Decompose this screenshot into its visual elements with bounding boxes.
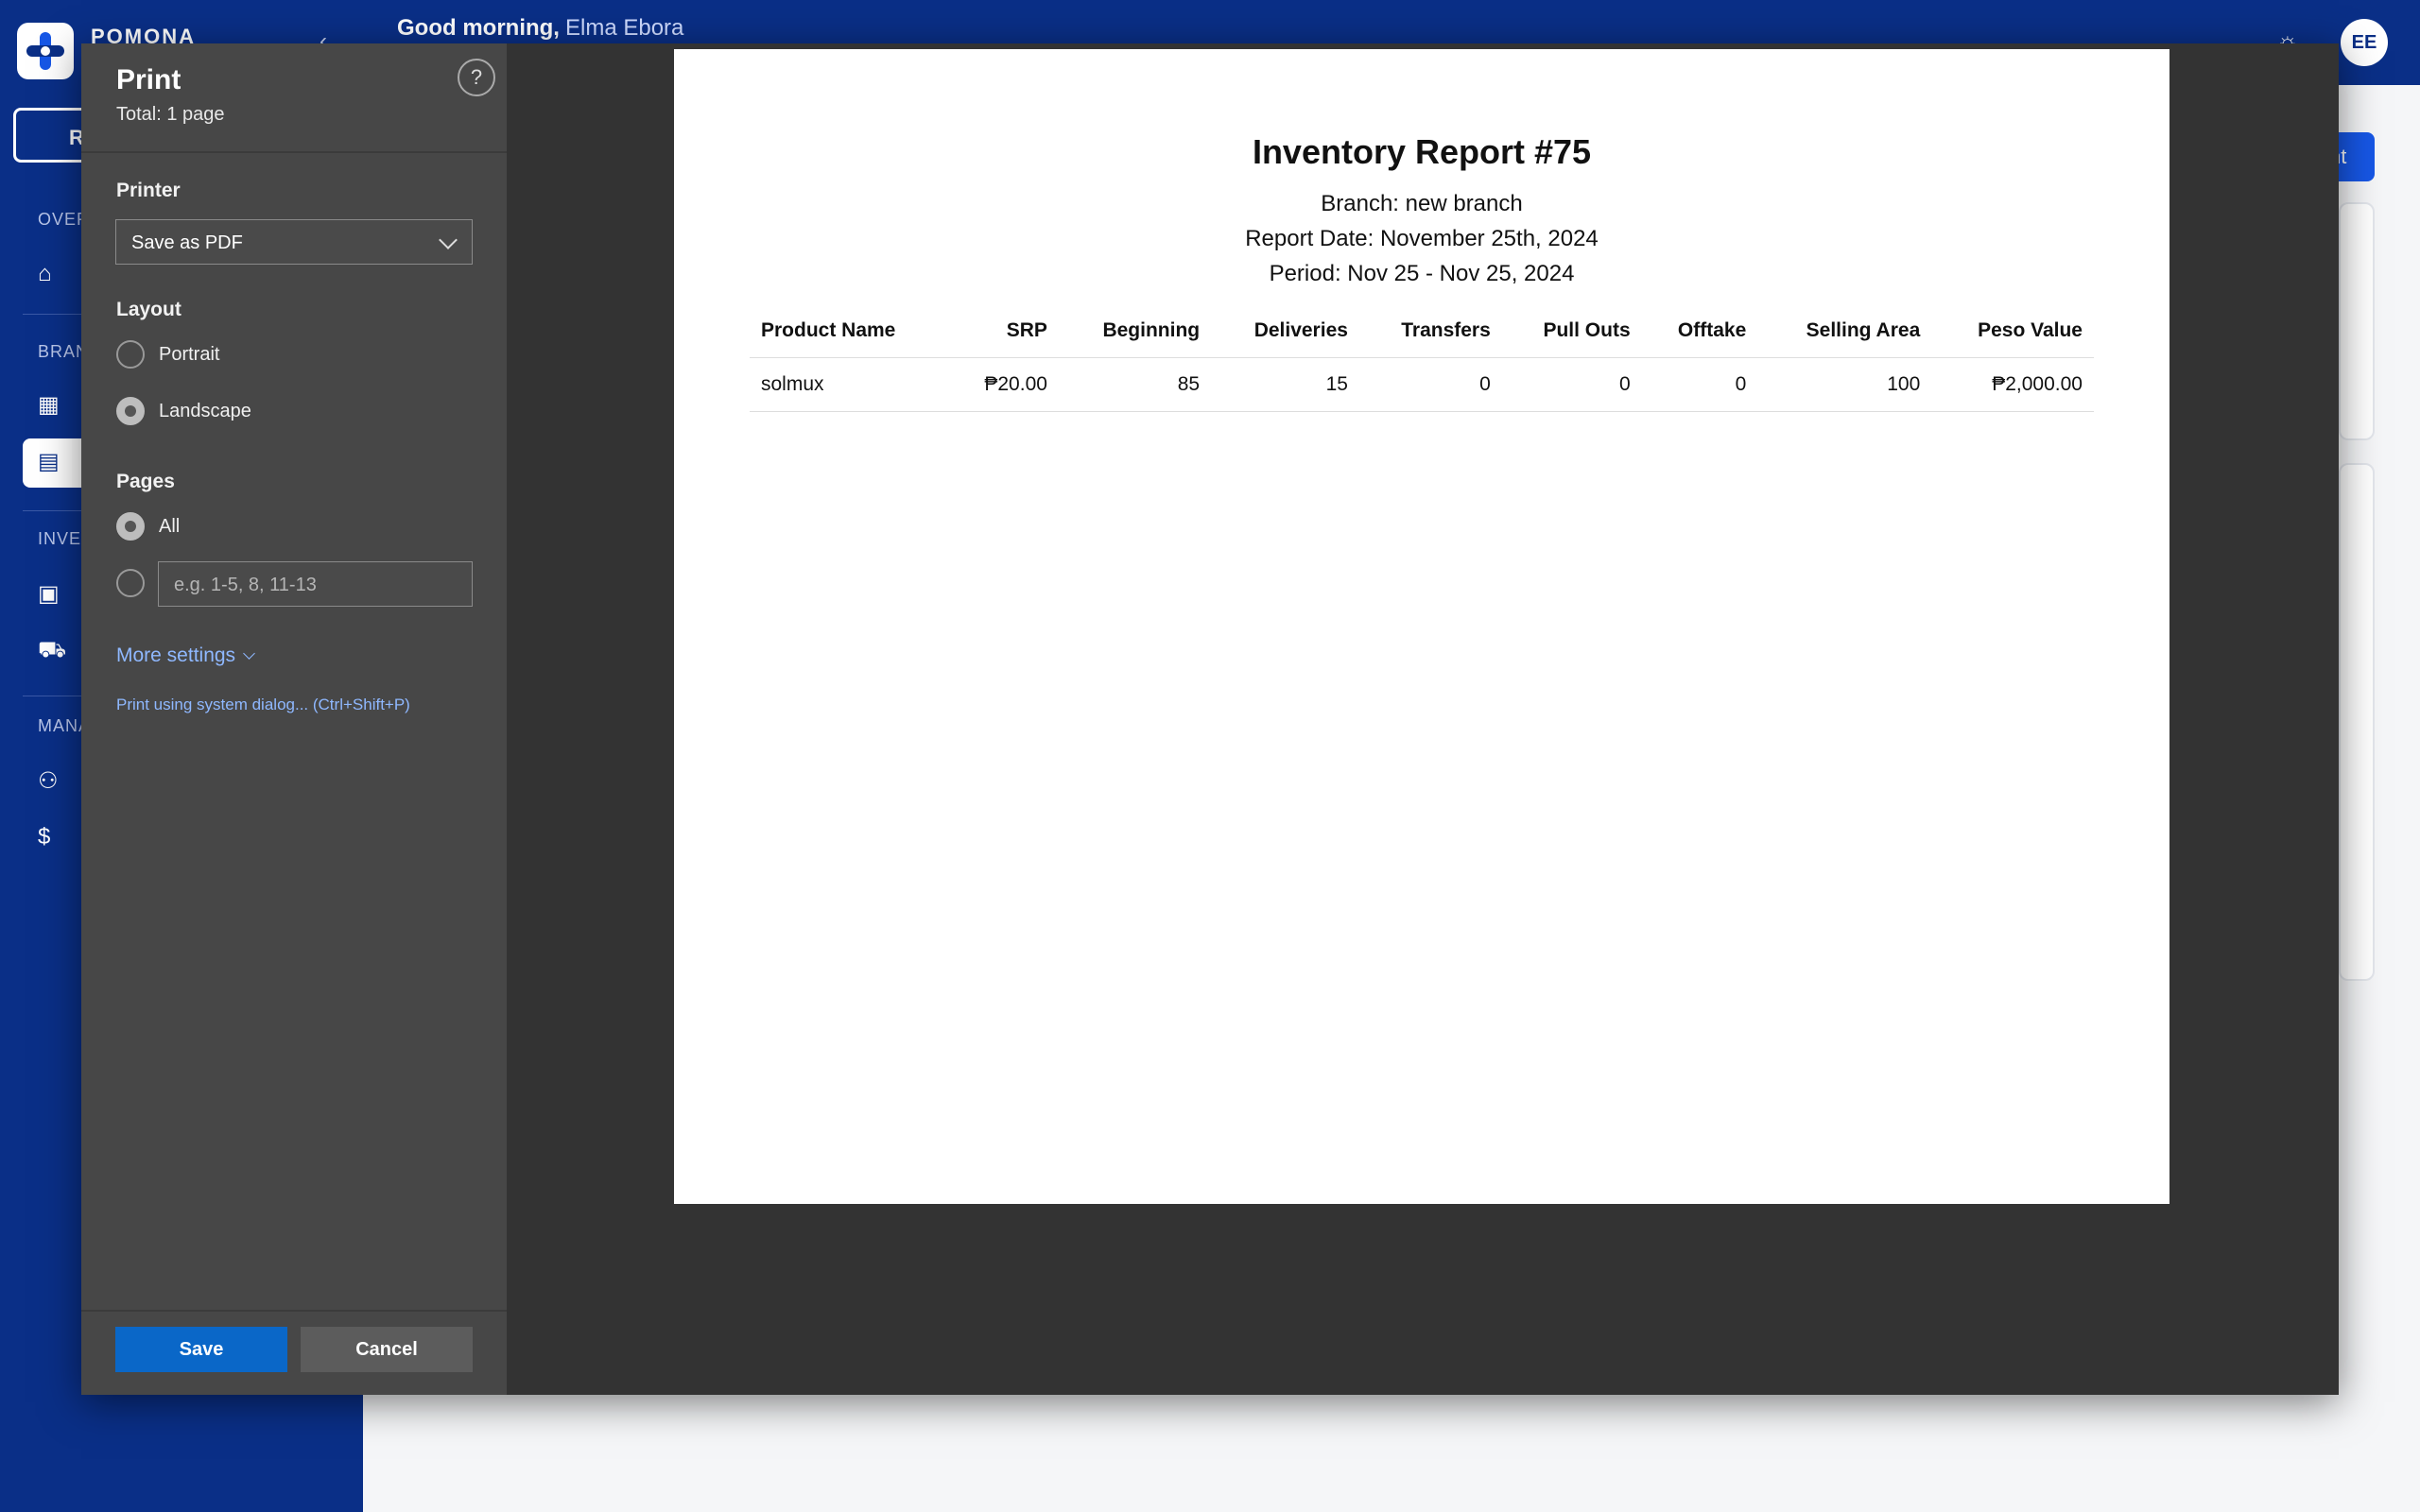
- table-header-row: Product Name SRP Beginning Deliveries Tr…: [750, 319, 2094, 358]
- document-icon: ▤: [38, 449, 60, 474]
- layout-option-landscape[interactable]: Landscape: [116, 397, 251, 425]
- pages-custom-radio[interactable]: [116, 569, 145, 597]
- cell-product-name: solmux: [750, 357, 950, 412]
- print-dialog: Print Total: 1 page ? Printer Save as PD…: [81, 43, 2339, 1395]
- printer-select-value: Save as PDF: [131, 232, 243, 253]
- content-card: [2339, 463, 2375, 981]
- cancel-button[interactable]: Cancel: [301, 1327, 473, 1372]
- more-settings-label: More settings: [116, 644, 236, 666]
- pages-all-radio[interactable]: [116, 512, 145, 541]
- report-title: Inventory Report #75: [1252, 132, 1592, 171]
- user-name: Elma Ebora: [564, 15, 684, 41]
- chevron-down-icon: [439, 231, 458, 249]
- pages-all-label: All: [159, 515, 181, 537]
- greeting-text: Good morning,: [397, 15, 560, 41]
- column-header: Offtake: [1641, 319, 1758, 358]
- print-title: Print: [116, 64, 182, 95]
- home-icon[interactable]: ⌂: [38, 261, 52, 287]
- column-header: Transfers: [1358, 319, 1502, 358]
- dollar-icon[interactable]: $: [38, 824, 50, 850]
- cell-beginning: 85: [1058, 357, 1212, 412]
- column-header: SRP: [949, 319, 1059, 358]
- help-icon[interactable]: ?: [458, 59, 495, 96]
- system-dialog-link[interactable]: Print using system dialog... (Ctrl+Shift…: [116, 696, 410, 714]
- pomona-logo-icon[interactable]: [17, 23, 74, 79]
- pages-option-all[interactable]: All: [116, 512, 180, 541]
- cell-offtake: 0: [1641, 357, 1758, 412]
- cell-deliveries: 15: [1211, 357, 1359, 412]
- sidebar-divider: [23, 510, 89, 511]
- column-header: Beginning: [1058, 319, 1212, 358]
- layout-label: Layout: [116, 299, 182, 320]
- footer-divider: [81, 1310, 507, 1312]
- landscape-radio[interactable]: [116, 397, 145, 425]
- users-icon[interactable]: ⚇: [38, 767, 59, 795]
- report-date: Report Date: November 25th, 2024: [1245, 226, 1599, 251]
- pages-option-custom[interactable]: [116, 569, 145, 597]
- column-header: Selling Area: [1757, 319, 1932, 358]
- portrait-label: Portrait: [159, 343, 220, 365]
- total-pages: Total: 1 page: [116, 104, 225, 125]
- pages-label: Pages: [116, 471, 175, 492]
- print-preview-page: Inventory Report #75 Branch: new branch …: [674, 49, 2169, 1204]
- report-branch: Branch: new branch: [1321, 191, 1523, 216]
- greeting: Good morning, Elma Ebora: [397, 15, 683, 42]
- portrait-radio[interactable]: [116, 340, 145, 369]
- column-header: Peso Value: [1931, 319, 2094, 358]
- table-row: solmux ₱20.00 85 15 0 0 0 100 ₱2,000.00: [750, 357, 2094, 412]
- print-settings-panel: Print Total: 1 page ? Printer Save as PD…: [81, 43, 507, 1395]
- cell-pull-outs: 0: [1501, 357, 1642, 412]
- column-header: Deliveries: [1211, 319, 1359, 358]
- cell-peso-value: ₱2,000.00: [1931, 357, 2094, 412]
- more-settings-link[interactable]: More settings: [116, 644, 255, 667]
- printer-select[interactable]: Save as PDF: [115, 219, 473, 265]
- chevron-down-icon: [243, 647, 255, 660]
- inventory-table: Product Name SRP Beginning Deliveries Tr…: [750, 319, 2094, 412]
- calendar-icon[interactable]: ▣: [38, 580, 60, 608]
- avatar[interactable]: EE: [2341, 19, 2388, 66]
- column-header: Pull Outs: [1501, 319, 1642, 358]
- save-button[interactable]: Save: [115, 1327, 287, 1372]
- pages-range-input[interactable]: e.g. 1-5, 8, 11-13: [158, 561, 473, 607]
- panel-divider: [81, 151, 507, 153]
- layout-option-portrait[interactable]: Portrait: [116, 340, 219, 369]
- printer-label: Printer: [116, 180, 181, 201]
- summary-card: [2339, 202, 2375, 440]
- cell-selling-area: 100: [1757, 357, 1932, 412]
- report-period: Period: Nov 25 - Nov 25, 2024: [1269, 261, 1575, 286]
- sidebar-section-inventory: INVE: [38, 529, 82, 548]
- building-icon[interactable]: ▦: [38, 391, 60, 419]
- cell-transfers: 0: [1358, 357, 1502, 412]
- sidebar-divider: [23, 314, 89, 315]
- truck-icon[interactable]: ⛟: [38, 637, 66, 665]
- landscape-label: Landscape: [159, 400, 251, 421]
- column-header: Product Name: [750, 319, 950, 358]
- cell-srp: ₱20.00: [949, 357, 1059, 412]
